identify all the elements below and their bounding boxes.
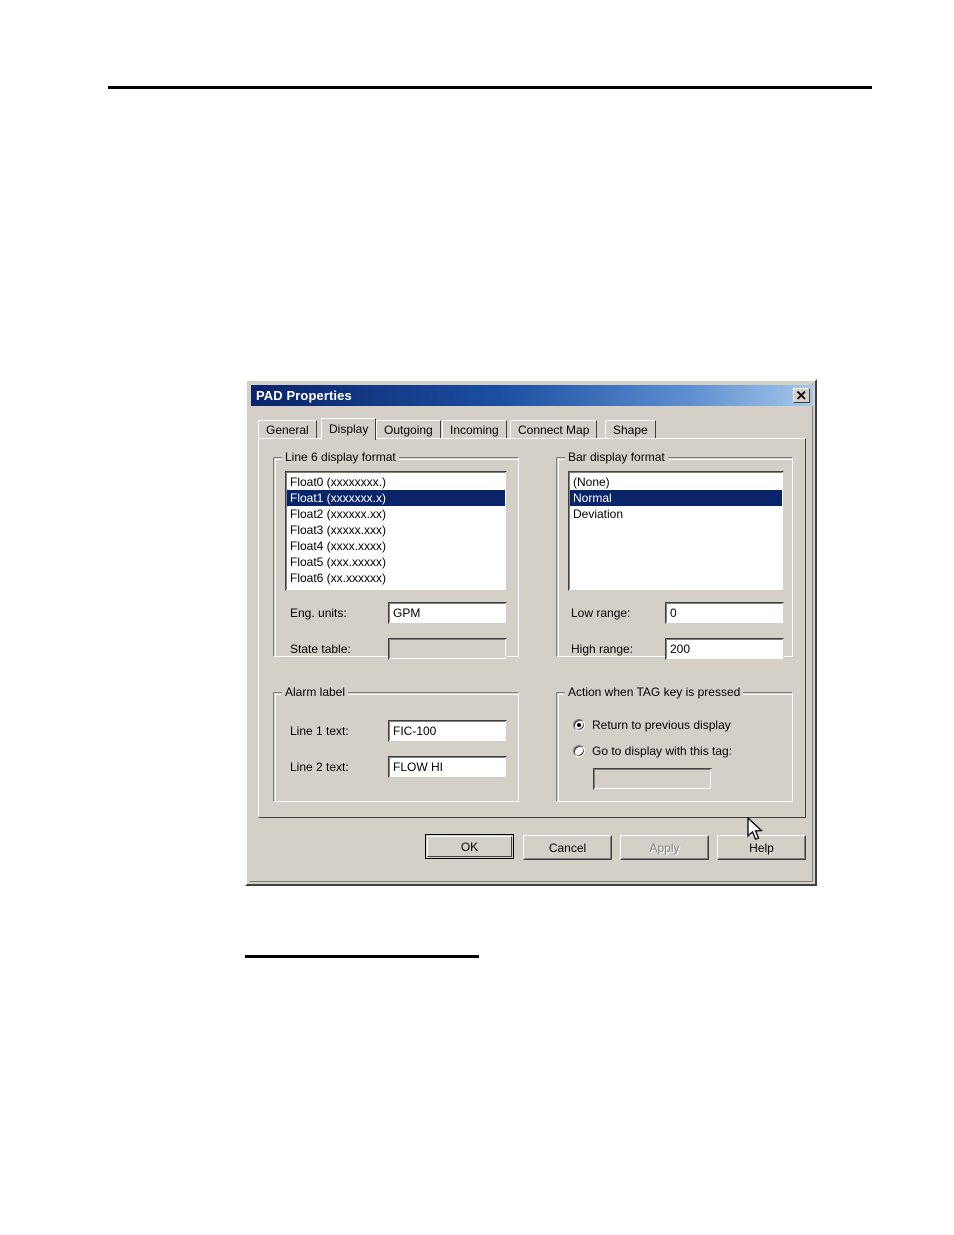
dialog-title: PAD Properties (256, 388, 352, 403)
high-range-label: High range: (571, 642, 634, 656)
tag-name-field (593, 768, 712, 790)
ok-button-frame: OK (427, 836, 512, 857)
ok-button[interactable]: OK (425, 834, 514, 859)
bar-display-format-group: Bar display format (None) Normal Deviati… (556, 450, 793, 660)
line-display-format-group: Line 6 display format Float0 (xxxxxxxx.)… (273, 450, 519, 660)
line2-text-field[interactable]: FLOW HI (388, 756, 507, 778)
footnote-separator-rule (245, 955, 479, 958)
help-button-label: Help (749, 840, 774, 855)
alarm-label-title: Alarm label (282, 685, 349, 699)
line1-text-label: Line 1 text: (290, 724, 349, 738)
radio-return-previous-display-label: Return to previous display (592, 718, 731, 732)
low-range-label: Low range: (571, 606, 631, 620)
bar-display-format-title: Bar display format (565, 450, 668, 464)
cancel-button[interactable]: Cancel (523, 835, 612, 860)
list-item[interactable]: Float5 (xxx.xxxxx) (287, 554, 505, 570)
list-item[interactable]: Float4 (xxxx.xxxx) (287, 538, 505, 554)
state-table-label: State table: (290, 642, 351, 656)
tabstrip: General Display Outgoing Incoming Connec… (258, 417, 806, 440)
list-item[interactable]: Float3 (xxxxx.xxx) (287, 522, 505, 538)
radio-button-icon (573, 745, 585, 757)
radio-go-to-display-with-tag-label: Go to display with this tag: (592, 744, 733, 758)
line-format-listbox[interactable]: Float0 (xxxxxxxx.) Float1 (xxxxxxx.x) Fl… (285, 471, 507, 591)
line1-text-field[interactable]: FIC-100 (388, 720, 507, 742)
list-item[interactable]: Float1 (xxxxxxx.x) (287, 490, 505, 506)
line-display-format-title: Line 6 display format (282, 450, 399, 464)
line2-text-value: FLOW HI (389, 757, 506, 777)
radio-button-icon (573, 719, 585, 731)
tab-incoming[interactable]: Incoming (442, 420, 507, 439)
display-tab-page: Line 6 display format Float0 (xxxxxxxx.)… (258, 438, 806, 818)
tag-action-title: Action when TAG key is pressed (565, 685, 744, 699)
cancel-button-inner: Cancel (524, 836, 611, 859)
tag-name-value (594, 769, 711, 789)
pad-properties-dialog: PAD Properties General Display Outgoing … (245, 379, 817, 886)
radio-return-previous-display[interactable]: Return to previous display (573, 718, 731, 732)
apply-button: Apply (620, 835, 709, 860)
line2-text-label: Line 2 text: (290, 760, 349, 774)
tag-action-group: Action when TAG key is pressed Return to… (556, 685, 793, 802)
list-item[interactable]: Normal (570, 490, 782, 506)
cancel-button-label: Cancel (548, 840, 587, 855)
apply-button-inner: Apply (621, 836, 708, 859)
state-table-value (389, 639, 506, 659)
list-item[interactable]: Float0 (xxxxxxxx.) (287, 474, 505, 490)
help-button[interactable]: Help (717, 835, 806, 860)
bar-format-listbox[interactable]: (None) Normal Deviation (568, 471, 784, 591)
tab-shape[interactable]: Shape (605, 420, 656, 439)
close-button[interactable] (793, 388, 810, 403)
state-table-field (388, 638, 507, 660)
apply-button-label: Apply (649, 840, 680, 855)
alarm-label-group: Alarm label Line 1 text: FIC-100 Line 2 … (273, 685, 519, 802)
tab-connect-map[interactable]: Connect Map (510, 420, 598, 439)
list-item[interactable]: Deviation (570, 506, 782, 522)
high-range-value: 200 (666, 639, 783, 659)
tab-outgoing[interactable]: Outgoing (376, 420, 441, 439)
eng-units-field[interactable]: GPM (388, 602, 507, 624)
list-item[interactable]: (None) (570, 474, 782, 490)
dialog-titlebar[interactable]: PAD Properties (251, 385, 813, 406)
page-header-rule (108, 86, 872, 89)
line1-text-value: FIC-100 (389, 721, 506, 741)
eng-units-value: GPM (389, 603, 506, 623)
eng-units-label: Eng. units: (290, 606, 347, 620)
list-item[interactable]: Float2 (xxxxxx.xx) (287, 506, 505, 522)
low-range-field[interactable]: 0 (665, 602, 784, 624)
low-range-value: 0 (666, 603, 783, 623)
ok-button-label: OK (460, 839, 479, 854)
radio-go-to-display-with-tag[interactable]: Go to display with this tag: (573, 744, 732, 758)
line-format-listbox-inner: Float0 (xxxxxxxx.) Float1 (xxxxxxx.x) Fl… (286, 472, 506, 590)
list-item[interactable]: Float6 (xx.xxxxxx) (287, 570, 505, 586)
bar-format-listbox-inner: (None) Normal Deviation (569, 472, 783, 590)
tab-general[interactable]: General (258, 420, 317, 439)
high-range-field[interactable]: 200 (665, 638, 784, 660)
tab-display[interactable]: Display (321, 418, 377, 440)
help-button-inner: Help (718, 836, 805, 859)
